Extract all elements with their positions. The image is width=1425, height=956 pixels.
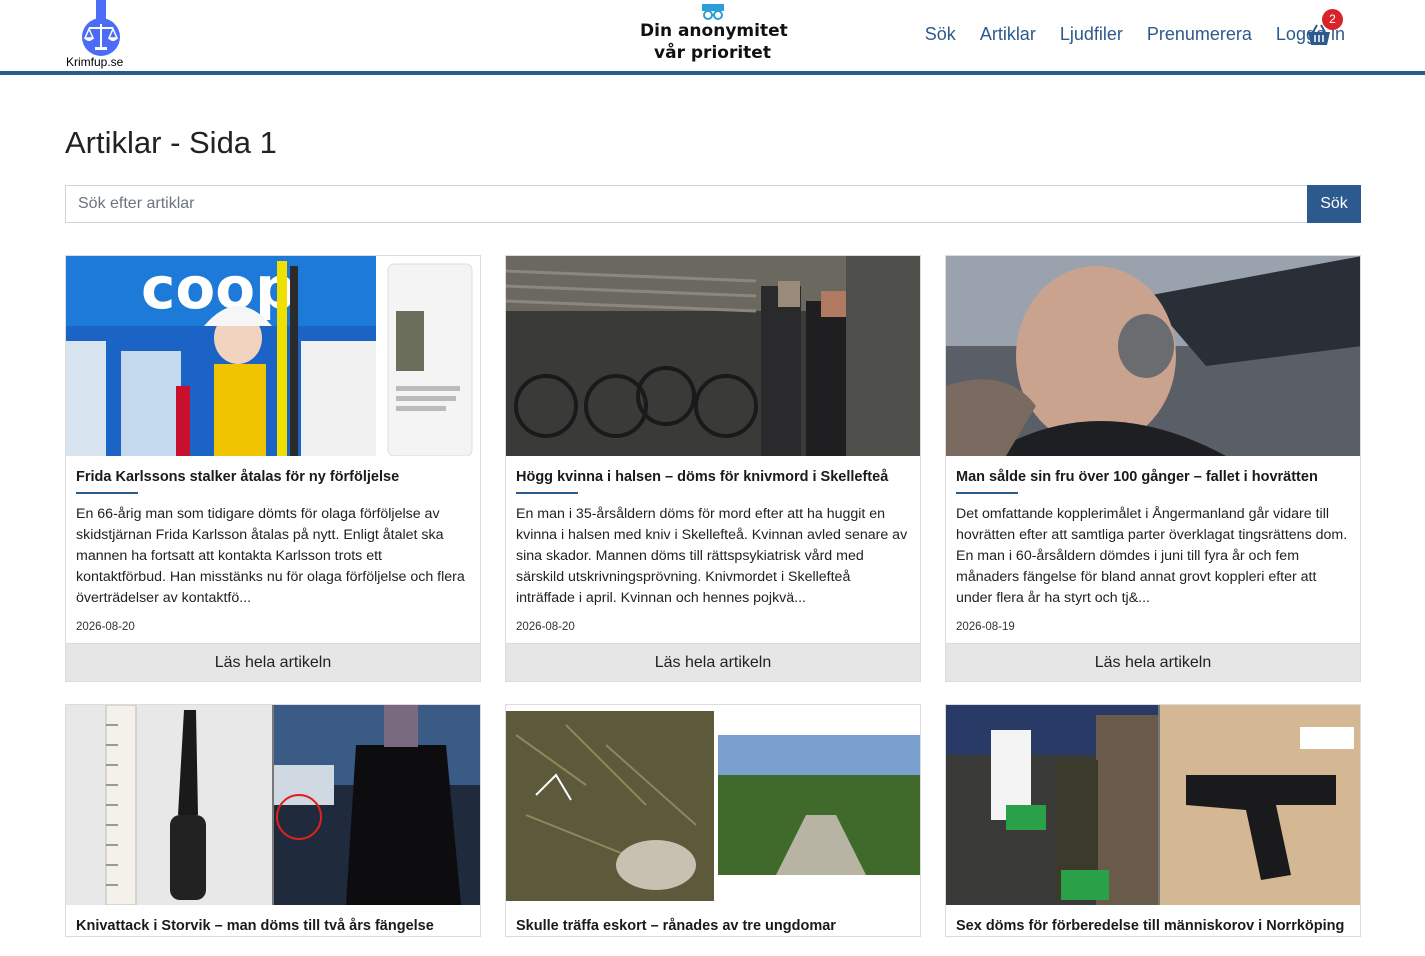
article-photo bbox=[66, 705, 480, 905]
article-excerpt: En 66-årig man som tidigare dömts för ol… bbox=[76, 506, 465, 606]
read-article-button[interactable]: Läs hela artikeln bbox=[506, 643, 920, 681]
article-date: 2026-08-20 bbox=[76, 621, 135, 633]
site-logo[interactable]: Krimfup.se bbox=[66, 0, 136, 70]
article-image[interactable] bbox=[506, 256, 920, 456]
nav-articles[interactable]: Artiklar bbox=[980, 24, 1036, 45]
article-image[interactable] bbox=[506, 705, 920, 905]
article-card: Man sålde sin fru över 100 gånger – fall… bbox=[945, 255, 1361, 682]
nav-subscribe[interactable]: Prenumerera bbox=[1147, 24, 1252, 45]
site-header: Krimfup.se Din anonymitet vår prioritet … bbox=[0, 0, 1425, 75]
logo-text: Krimfup.se bbox=[66, 55, 124, 69]
article-photo bbox=[506, 705, 920, 905]
title-underline bbox=[516, 492, 578, 494]
article-image[interactable]: coop bbox=[66, 256, 480, 456]
read-article-button[interactable]: Läs hela artikeln bbox=[946, 643, 1360, 681]
article-date: 2026-08-19 bbox=[956, 621, 1015, 633]
article-photo bbox=[946, 705, 1360, 905]
article-title[interactable]: Man sålde sin fru över 100 gånger – fall… bbox=[956, 468, 1350, 487]
cart-count-badge: 2 bbox=[1322, 9, 1343, 30]
title-underline bbox=[956, 492, 1018, 494]
article-photo bbox=[946, 256, 1360, 456]
article-image[interactable] bbox=[66, 705, 480, 905]
article-title[interactable]: Knivattack i Storvik – man döms till två… bbox=[76, 917, 470, 936]
article-title[interactable]: Sex döms för förberedelse till människor… bbox=[956, 917, 1350, 936]
slogan-line-2: vår prioritet bbox=[654, 43, 771, 63]
scales-of-justice-icon bbox=[82, 0, 120, 56]
article-image[interactable] bbox=[946, 705, 1360, 905]
article-image[interactable] bbox=[946, 256, 1360, 456]
article-card: Högg kvinna i halsen – döms för knivmord… bbox=[505, 255, 921, 682]
page-title: Artiklar - Sida 1 bbox=[65, 125, 277, 160]
article-title[interactable]: Frida Karlssons stalker åtalas för ny fö… bbox=[76, 468, 470, 487]
title-underline bbox=[76, 492, 138, 494]
article-search: Sök bbox=[65, 185, 1361, 223]
read-article-button[interactable]: Läs hela artikeln bbox=[66, 643, 480, 681]
article-title[interactable]: Högg kvinna i halsen – döms för knivmord… bbox=[516, 468, 910, 487]
article-card: Sex döms för förberedelse till människor… bbox=[945, 704, 1361, 937]
coop-logo-text: coop bbox=[141, 256, 297, 322]
nav-search[interactable]: Sök bbox=[925, 24, 956, 45]
nav-audio[interactable]: Ljudfiler bbox=[1060, 24, 1123, 45]
article-date: 2026-08-20 bbox=[516, 621, 575, 633]
article-excerpt: Det omfattande kopplerimålet i Ångermanl… bbox=[956, 506, 1348, 606]
article-card: Knivattack i Storvik – man döms till två… bbox=[65, 704, 481, 937]
article-card: coop Frida Karlssons stalker åtalas för … bbox=[65, 255, 481, 682]
article-excerpt: En man i 35-årsåldern döms för mord efte… bbox=[516, 506, 908, 606]
main-nav: Sök Artiklar Ljudfiler Prenumerera Logga… bbox=[925, 24, 1345, 45]
article-card: Skulle träffa eskort – rånades av tre un… bbox=[505, 704, 921, 937]
slogan: Din anonymitet vår prioritet bbox=[640, 4, 788, 64]
search-button[interactable]: Sök bbox=[1307, 185, 1361, 223]
search-input[interactable] bbox=[65, 185, 1307, 223]
article-title[interactable]: Skulle träffa eskort – rånades av tre un… bbox=[516, 917, 910, 936]
article-photo bbox=[506, 256, 920, 456]
article-photo: coop bbox=[66, 256, 480, 456]
slogan-line-1: Din anonymitet bbox=[640, 21, 788, 41]
anonymous-glasses-icon bbox=[701, 4, 724, 20]
